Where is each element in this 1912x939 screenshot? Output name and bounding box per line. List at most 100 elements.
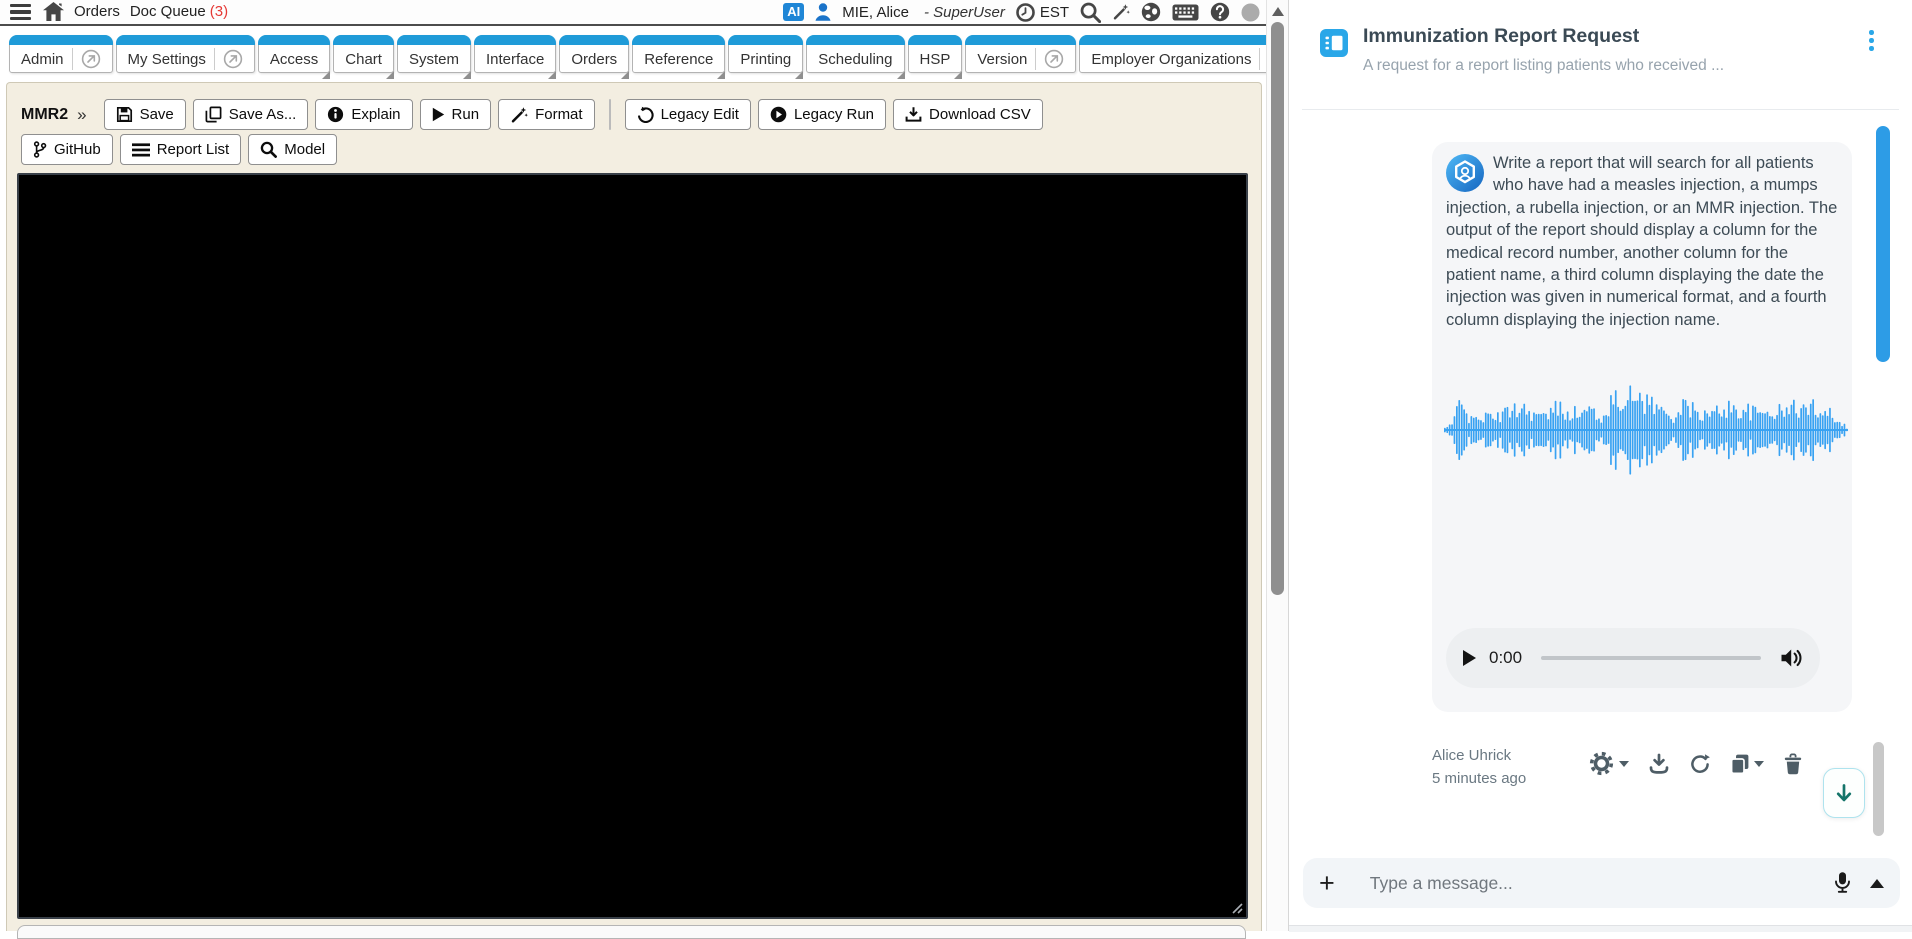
- vertical-scrollbar[interactable]: [1266, 0, 1288, 931]
- model-button[interactable]: Model: [248, 134, 338, 165]
- doc-queue-count-badge: (3): [209, 3, 229, 21]
- chat-scrollbar-thumb[interactable]: [1876, 126, 1890, 362]
- report-editor-panel: MMR2 » Save Save As... Explain Run Format Leg…: [6, 82, 1262, 939]
- run-button[interactable]: Run: [419, 99, 492, 130]
- button-label: Save As...: [228, 106, 297, 123]
- button-label: Report List: [156, 141, 230, 158]
- tab-orders[interactable]: Orders: [559, 35, 630, 79]
- menu-icon[interactable]: [8, 2, 33, 22]
- button-label: GitHub: [54, 141, 101, 158]
- topbar-left-group: Orders Doc Queue (3): [8, 2, 228, 22]
- message-input[interactable]: [1367, 871, 1833, 895]
- tab-accent-bar: [257, 35, 331, 45]
- button-label: Format: [535, 106, 583, 123]
- report-list-button[interactable]: Report List: [119, 134, 242, 165]
- tab-chart[interactable]: Chart: [333, 35, 394, 79]
- tab-accent-bar: [473, 35, 557, 45]
- tab-reference[interactable]: Reference: [632, 35, 726, 79]
- save-button[interactable]: Save: [103, 99, 186, 130]
- floppy-icon: [116, 106, 133, 123]
- legacy-run-button[interactable]: Legacy Run: [757, 99, 887, 130]
- message-timestamp: 5 minutes ago: [1432, 770, 1527, 787]
- button-label: Explain: [351, 106, 401, 123]
- explain-button[interactable]: Explain: [315, 99, 413, 130]
- settings-icon[interactable]: [1588, 750, 1629, 777]
- tab-scheduling[interactable]: Scheduling: [806, 35, 905, 79]
- play-icon[interactable]: [1463, 650, 1476, 666]
- volume-icon[interactable]: [1780, 648, 1803, 668]
- tab-accent-bar: [965, 35, 1077, 45]
- tab-version[interactable]: Version: [965, 35, 1077, 73]
- collapse-caret-icon[interactable]: [1870, 878, 1884, 888]
- sidebar-toggle-icon[interactable]: [1320, 29, 1348, 57]
- scrollbar-thumb[interactable]: [1271, 22, 1284, 595]
- tab-system[interactable]: System: [396, 35, 471, 79]
- button-label: Model: [284, 141, 326, 158]
- timezone-label: EST: [1039, 3, 1069, 21]
- tab-hsp[interactable]: HSP: [907, 35, 963, 79]
- header-divider: [1302, 109, 1899, 110]
- copy-icon[interactable]: [1730, 753, 1764, 775]
- dropdown-fold-icon: [954, 71, 963, 79]
- globe-icon[interactable]: [1141, 2, 1161, 22]
- tab-printing[interactable]: Printing: [728, 35, 804, 79]
- external-link-icon[interactable]: [223, 49, 243, 69]
- button-label: Legacy Edit: [660, 106, 739, 123]
- clock-icon[interactable]: [1016, 2, 1035, 22]
- kebab-menu-icon[interactable]: [1867, 28, 1876, 53]
- tab-interface[interactable]: Interface: [473, 35, 557, 79]
- resize-handle-icon[interactable]: [1231, 902, 1243, 914]
- keyboard-icon[interactable]: [1172, 4, 1199, 21]
- chat-message-bubble: Write a report that will search for all …: [1432, 142, 1852, 712]
- regenerate-icon[interactable]: [1689, 753, 1711, 775]
- caret-down-icon[interactable]: [1619, 760, 1629, 767]
- dropdown-fold-icon: [462, 71, 471, 79]
- scroll-to-bottom-button[interactable]: [1823, 768, 1865, 818]
- button-label: Legacy Run: [793, 106, 875, 123]
- add-attachment-button[interactable]: +: [1319, 869, 1335, 897]
- format-button[interactable]: Format: [498, 99, 595, 130]
- tab-label: Orders: [571, 50, 618, 68]
- tab-admin[interactable]: Admin: [9, 35, 113, 73]
- message-text: Write a report that will search for all …: [1446, 154, 1838, 329]
- external-link-icon[interactable]: [1044, 49, 1064, 69]
- tab-accent-bar: [333, 35, 394, 45]
- delete-icon[interactable]: [1783, 753, 1803, 775]
- search-icon[interactable]: [1080, 2, 1101, 23]
- help-icon[interactable]: [1210, 2, 1230, 22]
- microphone-icon[interactable]: [1833, 871, 1852, 895]
- audio-progress-slider[interactable]: [1541, 655, 1761, 661]
- dropdown-fold-icon: [322, 71, 331, 79]
- dropdown-fold-icon: [795, 71, 804, 79]
- home-icon[interactable]: [43, 2, 64, 22]
- tab-my-settings[interactable]: My Settings: [115, 35, 255, 73]
- message-action-bar: [1588, 750, 1803, 777]
- horizontal-scrollbar[interactable]: [17, 925, 1246, 939]
- report-name-expander[interactable]: »: [77, 105, 86, 125]
- tab-access[interactable]: Access: [257, 35, 331, 79]
- panel-scrollbar-thumb[interactable]: [1873, 742, 1884, 836]
- tab-separator: [1259, 48, 1261, 70]
- wand-icon[interactable]: [1112, 3, 1130, 21]
- download-csv-button[interactable]: Download CSV: [893, 99, 1043, 130]
- dropdown-fold-icon: [548, 71, 557, 79]
- scrollbar-up-arrow-icon[interactable]: [1272, 7, 1284, 16]
- download-icon[interactable]: [1648, 753, 1670, 775]
- wand-icon: [510, 106, 528, 124]
- tab-accent-bar: [632, 35, 726, 45]
- legacy-edit-button[interactable]: Legacy Edit: [624, 99, 751, 130]
- play-circle-icon: [770, 106, 787, 123]
- tab-separator: [213, 48, 215, 70]
- caret-down-icon[interactable]: [1754, 760, 1764, 767]
- nav-doc-queue-link[interactable]: Doc Queue (3): [130, 3, 228, 20]
- tab-separator: [71, 48, 73, 70]
- external-link-icon[interactable]: [81, 49, 101, 69]
- tab-employer-organizations[interactable]: Employer Organizations: [1079, 35, 1266, 73]
- save-as-button[interactable]: Save As...: [192, 99, 309, 130]
- github-button[interactable]: GitHub: [21, 134, 113, 165]
- sql-editor[interactable]: [17, 173, 1248, 919]
- tab-label: Version: [977, 50, 1028, 68]
- nav-orders-link[interactable]: Orders: [74, 3, 120, 20]
- ai-badge[interactable]: AI: [783, 2, 805, 22]
- user-name: MIE, Alice: [842, 3, 909, 21]
